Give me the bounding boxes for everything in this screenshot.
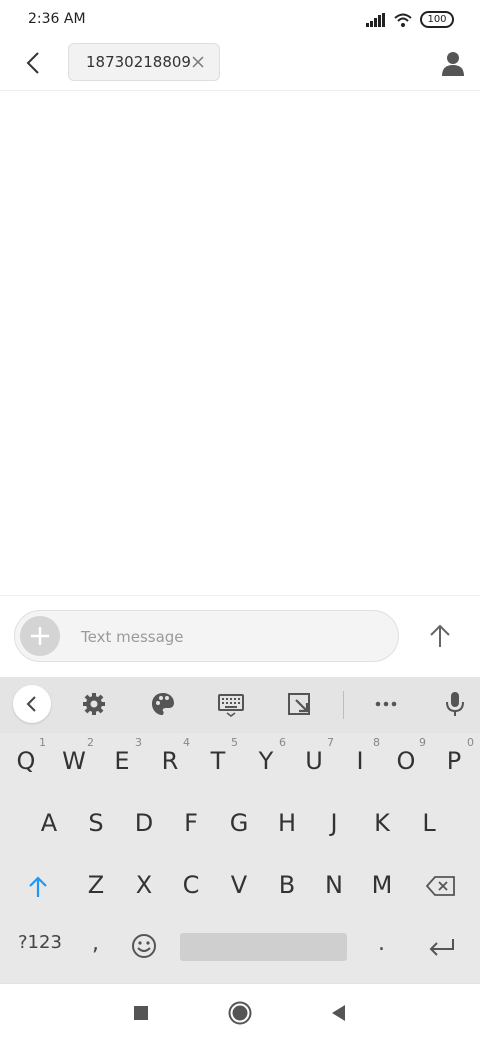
key-f[interactable]: F [167, 795, 215, 851]
key-o[interactable]: O9 [382, 733, 430, 789]
key-d[interactable]: D [120, 795, 168, 851]
keyboard-toolbar [0, 677, 480, 733]
key-h[interactable]: H [263, 795, 311, 851]
key-hint: 0 [467, 736, 474, 749]
compose-bar: Text message [0, 595, 480, 678]
enter-return-icon[interactable] [428, 936, 456, 958]
comma-key[interactable]: , [92, 931, 99, 956]
message-input[interactable]: Text message [14, 610, 399, 662]
key-hint: 5 [231, 736, 238, 749]
key-hint: 3 [135, 736, 142, 749]
battery-icon: 100 [420, 11, 454, 28]
key-u[interactable]: U7 [290, 733, 338, 789]
key-hint: 7 [327, 736, 334, 749]
back-triangle-icon[interactable] [325, 1000, 351, 1026]
backspace-icon[interactable] [426, 875, 456, 897]
status-icons: 100 [366, 11, 454, 28]
chevron-left-icon [26, 696, 36, 712]
key-x[interactable]: X [120, 857, 168, 913]
key-l[interactable]: L [405, 795, 453, 851]
message-list[interactable] [0, 91, 480, 595]
key-g[interactable]: G [215, 795, 263, 851]
key-m[interactable]: M [358, 857, 406, 913]
contact-icon[interactable] [440, 50, 466, 76]
attach-plus-icon[interactable] [20, 616, 60, 656]
key-n[interactable]: N [310, 857, 358, 913]
symbols-key[interactable]: ?123 [18, 932, 62, 953]
system-nav-bar [0, 983, 480, 1041]
key-w[interactable]: W2 [50, 733, 98, 789]
more-options-icon[interactable] [373, 691, 399, 717]
send-arrow-icon[interactable] [425, 621, 455, 651]
recipient-number: 18730218809 [86, 53, 191, 71]
key-y[interactable]: Y6 [242, 733, 290, 789]
key-q[interactable]: Q1 [2, 733, 50, 789]
emoji-icon[interactable] [131, 933, 157, 959]
key-hint: 4 [183, 736, 190, 749]
key-hint: 9 [419, 736, 426, 749]
toolbar-divider [343, 691, 344, 719]
wifi-icon [394, 13, 412, 27]
key-a[interactable]: A [25, 795, 73, 851]
recents-square-icon[interactable] [128, 1000, 154, 1026]
microphone-icon[interactable] [442, 691, 468, 717]
back-arrow-icon[interactable] [20, 48, 50, 78]
message-placeholder: Text message [81, 628, 184, 646]
key-c[interactable]: C [167, 857, 215, 913]
key-i[interactable]: I8 [336, 733, 384, 789]
settings-gear-icon[interactable] [81, 691, 107, 717]
collapse-toolbar-button[interactable] [13, 685, 51, 723]
key-p[interactable]: P0 [430, 733, 478, 789]
key-j[interactable]: J [310, 795, 358, 851]
key-b[interactable]: B [263, 857, 311, 913]
key-k[interactable]: K [358, 795, 406, 851]
signal-icon [366, 12, 385, 27]
resize-keyboard-icon[interactable] [287, 691, 313, 717]
key-hint: 8 [373, 736, 380, 749]
theme-palette-icon[interactable] [150, 691, 176, 717]
key-z[interactable]: Z [72, 857, 120, 913]
keyboard-icon[interactable] [218, 691, 244, 717]
home-circle-icon[interactable] [227, 1000, 253, 1026]
key-hint: 1 [39, 736, 46, 749]
space-bar[interactable] [180, 933, 347, 961]
key-e[interactable]: E3 [98, 733, 146, 789]
status-time: 2:36 AM [28, 11, 86, 27]
key-r[interactable]: R4 [146, 733, 194, 789]
conversation-header: 18730218809 [0, 40, 480, 91]
recipient-chip[interactable]: 18730218809 [68, 43, 220, 81]
key-hint: 6 [279, 736, 286, 749]
key-hint: 2 [87, 736, 94, 749]
shift-arrow-icon[interactable] [24, 873, 52, 901]
soft-keyboard: Q1 W2 E3 R4 T5 Y6 U7 I8 O9 P0 A S D F G … [0, 733, 480, 983]
key-s[interactable]: S [72, 795, 120, 851]
remove-recipient-icon[interactable] [189, 53, 207, 71]
key-t[interactable]: T5 [194, 733, 242, 789]
key-v[interactable]: V [215, 857, 263, 913]
period-key[interactable]: . [378, 931, 385, 956]
status-bar: 2:36 AM 100 [0, 0, 480, 40]
